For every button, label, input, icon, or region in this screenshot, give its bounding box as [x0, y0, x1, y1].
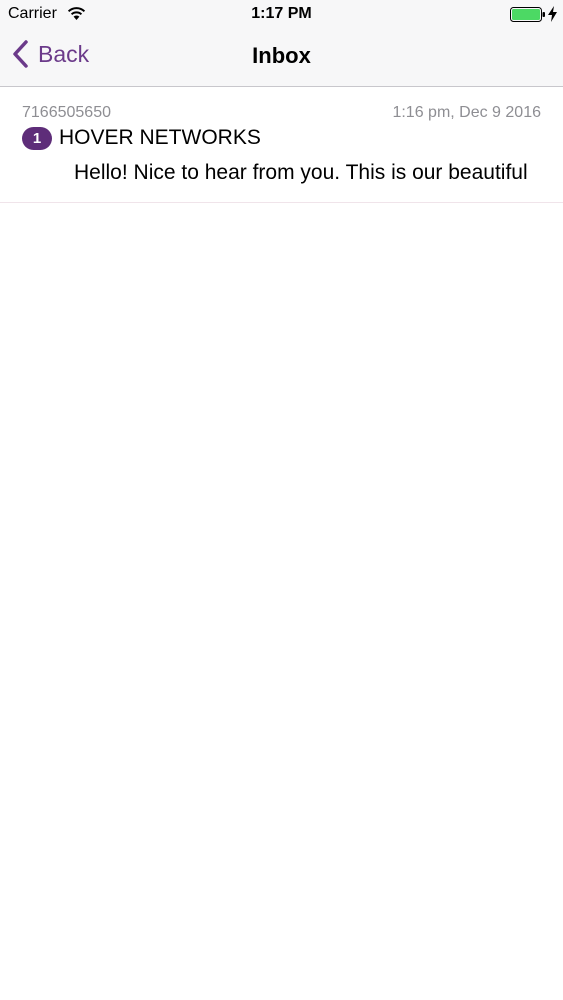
navigation-bar: Back Inbox: [0, 30, 563, 87]
sender-name: HOVER NETWORKS: [59, 126, 261, 149]
status-time: 1:17 PM: [251, 5, 312, 22]
message-list: 7166505650 1:16 pm, Dec 9 2016 1 HOVER N…: [0, 88, 563, 203]
status-bar: Carrier 1:17 PM: [0, 0, 563, 30]
battery-full-icon: [510, 7, 545, 22]
page-title: Inbox: [252, 43, 311, 68]
unread-count-badge: 1: [22, 127, 52, 150]
message-timestamp: 1:16 pm, Dec 9 2016: [392, 104, 541, 121]
lightning-bolt-icon: [548, 6, 557, 22]
message-preview: Hello! Nice to hear from you. This is ou…: [74, 161, 528, 184]
message-row[interactable]: 7166505650 1:16 pm, Dec 9 2016 1 HOVER N…: [0, 88, 563, 203]
sender-number: 7166505650: [22, 104, 111, 121]
